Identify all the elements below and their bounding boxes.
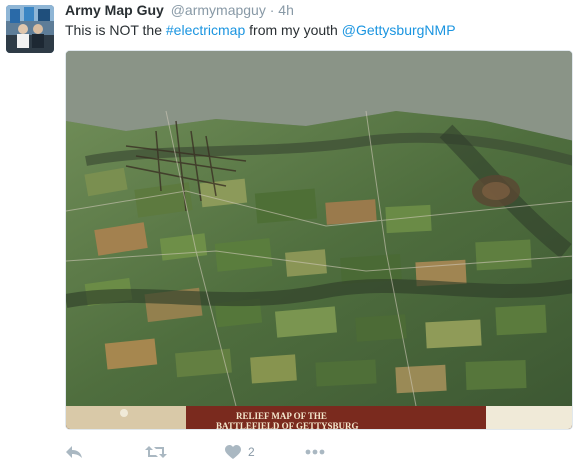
tweet-text: This is NOT the #electricmap from my you… — [65, 22, 456, 38]
retweet-button[interactable] — [145, 440, 167, 464]
like-count: 2 — [248, 445, 255, 459]
more-button[interactable] — [305, 440, 325, 464]
display-name[interactable]: Army Map Guy — [65, 2, 164, 18]
tweet-actions: 2 — [65, 440, 465, 464]
heart-icon — [225, 444, 241, 459]
media-caption-line2: BATTLEFIELD OF GETTYSBURG — [216, 421, 359, 430]
user-handle[interactable]: @armymapguy — [171, 2, 266, 18]
tweet-photo[interactable]: RELIEF MAP OF THE BATTLEFIELD OF GETTYSB… — [65, 50, 573, 430]
like-button[interactable]: 2 — [225, 440, 255, 464]
timestamp[interactable]: 4h — [278, 2, 294, 18]
tweet-text-middle: from my youth — [245, 22, 342, 38]
reply-icon — [66, 446, 82, 458]
reply-button[interactable] — [65, 440, 83, 464]
media-caption-line1: RELIEF MAP OF THE — [236, 411, 327, 421]
avatar[interactable] — [6, 5, 54, 53]
retweet-icon — [145, 446, 167, 458]
separator: · — [269, 2, 275, 18]
hashtag-link[interactable]: #electricmap — [166, 22, 245, 38]
tweet-header: Army Map Guy @armymapguy · 4h — [65, 2, 294, 18]
mention-link[interactable]: @GettysburgNMP — [342, 22, 456, 38]
more-icon — [305, 449, 325, 455]
tweet-text-prefix: This is NOT the — [65, 22, 166, 38]
tweet: Army Map Guy @armymapguy · 4h This is NO… — [0, 0, 579, 470]
